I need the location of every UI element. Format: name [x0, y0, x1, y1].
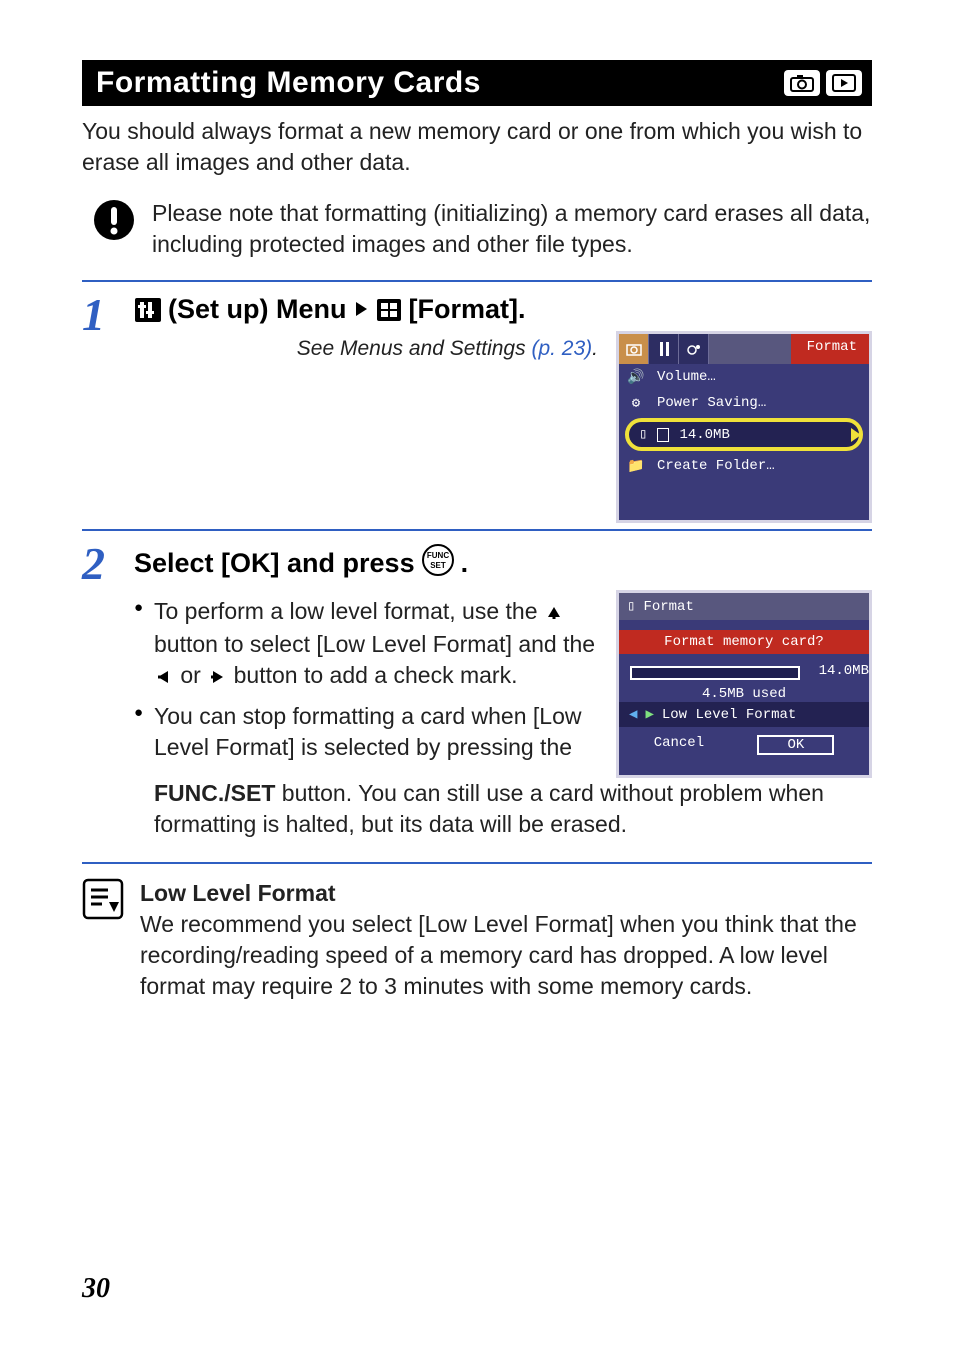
svg-text:FUNC: FUNC	[426, 551, 448, 560]
dialog-used: 4.5MB used	[619, 686, 869, 702]
card-icon-2: ▯	[627, 598, 635, 615]
func-set-text: FUNC./SET	[154, 780, 275, 806]
section-title: Formatting Memory Cards	[96, 66, 481, 100]
page-number: 30	[82, 1273, 110, 1305]
menu-power-label: Power Saving…	[657, 395, 766, 411]
step-1-heading: (Set up) Menu [Format].	[134, 294, 872, 325]
caution-note: Please note that formatting (initializin…	[92, 198, 872, 260]
dialog-low-label: Low Level Format	[662, 707, 796, 723]
b1d: button to add a check mark.	[234, 662, 518, 688]
b1a: To perform a low level format, use the	[154, 598, 544, 624]
step-2: 2 Select [OK] and press FUNCSET . To per…	[82, 529, 872, 840]
screenshot-format-dialog: ▯ Format Format memory card? 14.0MB 4.5MB…	[616, 590, 872, 778]
menu-create-folder: 📁Create Folder…	[619, 453, 869, 479]
progress-bar	[630, 666, 800, 680]
heading-text-2: [Format].	[408, 294, 525, 325]
setup-menu-icon	[134, 297, 162, 323]
format-icon	[376, 298, 402, 322]
see-dot: .	[592, 337, 598, 360]
menu-format-label: Format	[791, 334, 869, 364]
dialog-low-level-row: ◀ ▶ Low Level Format	[619, 702, 869, 727]
arrow-left-icon	[156, 662, 172, 693]
card-icon: ▯	[639, 426, 647, 443]
bullet2-continuation: FUNC./SET button. You can still use a ca…	[154, 778, 872, 840]
step-2-number: 2	[82, 543, 116, 584]
step-1: 1 (Set up) Menu [Format]. See Menus an	[82, 280, 872, 523]
see-text: See Menus and Settings	[297, 337, 532, 360]
menu-create-label: Create Folder…	[657, 458, 775, 474]
dialog-title: Format	[643, 599, 693, 615]
menu-volume: 🔊Volume…	[619, 364, 869, 390]
menu-volume-label: Volume…	[657, 369, 716, 385]
step2-heading-dot: .	[461, 548, 469, 579]
tab-setup-icon	[649, 334, 679, 364]
heading-text-1: (Set up) Menu	[168, 294, 346, 325]
arrow-right-small-icon	[209, 662, 225, 693]
tip-icon	[82, 878, 124, 925]
arrow-right-icon	[352, 294, 370, 325]
playback-mode-icon	[826, 70, 862, 96]
func-set-button-icon: FUNCSET	[421, 543, 455, 584]
tip-section: Low Level Format We recommend you select…	[82, 862, 872, 1002]
progress-icon	[657, 428, 669, 442]
tab-mycamera-icon	[679, 334, 709, 364]
svg-text:SET: SET	[430, 561, 446, 570]
screenshot-menu: Format 🔊Volume… ⚙Power Saving… ▯ 14.0MB …	[616, 331, 872, 523]
mode-icons	[784, 70, 862, 96]
caution-icon	[92, 198, 136, 247]
step-1-number: 1	[82, 294, 116, 335]
selection-left-icon: ◀	[629, 706, 637, 723]
camera-mode-icon	[784, 70, 820, 96]
b1c: or	[180, 662, 207, 688]
caution-text: Please note that formatting (initializin…	[152, 198, 872, 260]
see-reference: See Menus and Settings (p. 23).	[134, 335, 598, 363]
bullet-stop-formatting: You can stop formatting a card when [Low…	[134, 701, 598, 763]
section-header: Formatting Memory Cards	[82, 60, 872, 106]
see-page: (p. 23)	[531, 337, 592, 360]
tab-rec-icon	[619, 334, 649, 364]
b1b: button to select [Low Level Format] and …	[154, 631, 595, 657]
menu-power-saving: ⚙Power Saving…	[619, 390, 869, 416]
bullet-low-level-format: To perform a low level format, use the b…	[134, 596, 598, 693]
dialog-question: Format memory card?	[619, 630, 869, 654]
arrow-up-icon	[546, 598, 562, 629]
dialog-total: 14.0MB	[819, 663, 869, 679]
dialog-cancel: Cancel	[654, 735, 704, 755]
step-2-heading: Select [OK] and press FUNCSET .	[134, 543, 872, 584]
menu-size: 14.0MB	[679, 427, 729, 443]
dialog-ok: OK	[757, 735, 834, 755]
selection-marker-icon: ▶	[645, 706, 653, 723]
step2-heading-text: Select [OK] and press	[134, 548, 415, 579]
tip-title: Low Level Format	[140, 880, 336, 906]
menu-format-highlight: ▯ 14.0MB	[625, 418, 863, 451]
tip-body: We recommend you select [Low Level Forma…	[140, 911, 857, 999]
b2a: You can stop formatting a card when [Low…	[154, 703, 581, 760]
intro-text: You should always format a new memory ca…	[82, 116, 872, 178]
